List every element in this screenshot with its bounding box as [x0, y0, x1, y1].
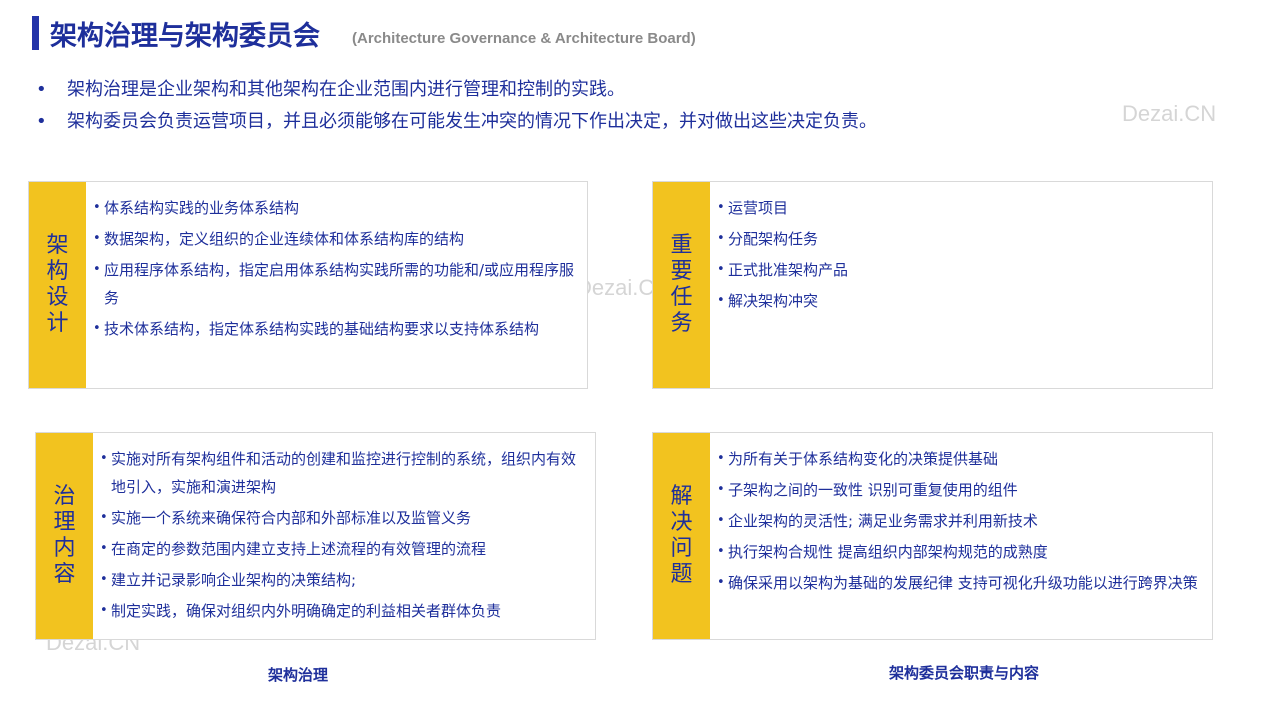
caption-left: 架构治理 [268, 666, 329, 684]
list-item: 分配架构任务 [717, 225, 1204, 253]
box-label: 架构设计 [29, 182, 86, 388]
box-list: 体系结构实践的业务体系结构 数据架构，定义组织的企业连续体和体系结构库的结构 应… [93, 194, 579, 346]
intro-bullet: 架构委员会负责运营项目，并且必须能够在可能发生冲突的情况下作出决定，并对做出这些… [36, 106, 877, 138]
box-list: 为所有关于体系结构变化的决策提供基础 子架构之间的一致性 识别可重复使用的组件 … [717, 445, 1204, 600]
list-item: 企业架构的灵活性; 满足业务需求并利用新技术 [717, 507, 1204, 535]
list-item: 为所有关于体系结构变化的决策提供基础 [717, 445, 1204, 473]
list-item: 实施对所有架构组件和活动的创建和监控进行控制的系统，组织内有效地引入，实施和演进… [100, 445, 587, 501]
watermark: Dezai.CN [1122, 101, 1217, 126]
box-list: 实施对所有架构组件和活动的创建和监控进行控制的系统，组织内有效地引入，实施和演进… [100, 445, 587, 628]
list-item: 确保采用以架构为基础的发展纪律 支持可视化升级功能以进行跨界决策 [717, 569, 1204, 597]
intro-bullets: 架构治理是企业架构和其他架构在企业范围内进行管理和控制的实践。 架构委员会负责运… [36, 74, 877, 138]
list-item: 建立并记录影响企业架构的决策结构; [100, 566, 587, 594]
box-label: 治理内容 [36, 433, 93, 639]
caption-right: 架构委员会职责与内容 [889, 664, 1040, 682]
list-item: 体系结构实践的业务体系结构 [93, 194, 579, 222]
list-item: 执行架构合规性 提高组织内部架构规范的成熟度 [717, 538, 1204, 566]
list-item: 在商定的参数范围内建立支持上述流程的有效管理的流程 [100, 535, 587, 563]
architecture-design-box: 架构设计 体系结构实践的业务体系结构 数据架构，定义组织的企业连续体和体系结构库… [28, 181, 588, 389]
list-item: 制定实践，确保对组织内外明确确定的利益相关者群体负责 [100, 597, 587, 625]
box-label: 重要任务 [653, 182, 710, 388]
box-list: 运营项目 分配架构任务 正式批准架构产品 解决架构冲突 [717, 194, 1204, 318]
list-item: 应用程序体系结构，指定启用体系结构实践所需的功能和/或应用程序服务 [93, 256, 579, 312]
intro-bullet: 架构治理是企业架构和其他架构在企业范围内进行管理和控制的实践。 [36, 74, 877, 106]
governance-content-box: 治理内容 实施对所有架构组件和活动的创建和监控进行控制的系统，组织内有效地引入，… [35, 432, 596, 640]
list-item: 子架构之间的一致性 识别可重复使用的组件 [717, 476, 1204, 504]
list-item: 数据架构，定义组织的企业连续体和体系结构库的结构 [93, 225, 579, 253]
problem-solving-box: 解决问题 为所有关于体系结构变化的决策提供基础 子架构之间的一致性 识别可重复使… [652, 432, 1213, 640]
list-item: 正式批准架构产品 [717, 256, 1204, 284]
list-item: 解决架构冲突 [717, 287, 1204, 315]
title-accent-bar [32, 16, 39, 50]
key-tasks-box: 重要任务 运营项目 分配架构任务 正式批准架构产品 解决架构冲突 [652, 181, 1213, 389]
page-title: 架构治理与架构委员会 [50, 21, 320, 52]
box-label: 解决问题 [653, 433, 710, 639]
list-item: 运营项目 [717, 194, 1204, 222]
list-item: 实施一个系统来确保符合内部和外部标准以及监管义务 [100, 504, 587, 532]
list-item: 技术体系结构，指定体系结构实践的基础结构要求以支持体系结构 [93, 315, 579, 343]
page-subtitle: (Architecture Governance & Architecture … [352, 30, 696, 47]
